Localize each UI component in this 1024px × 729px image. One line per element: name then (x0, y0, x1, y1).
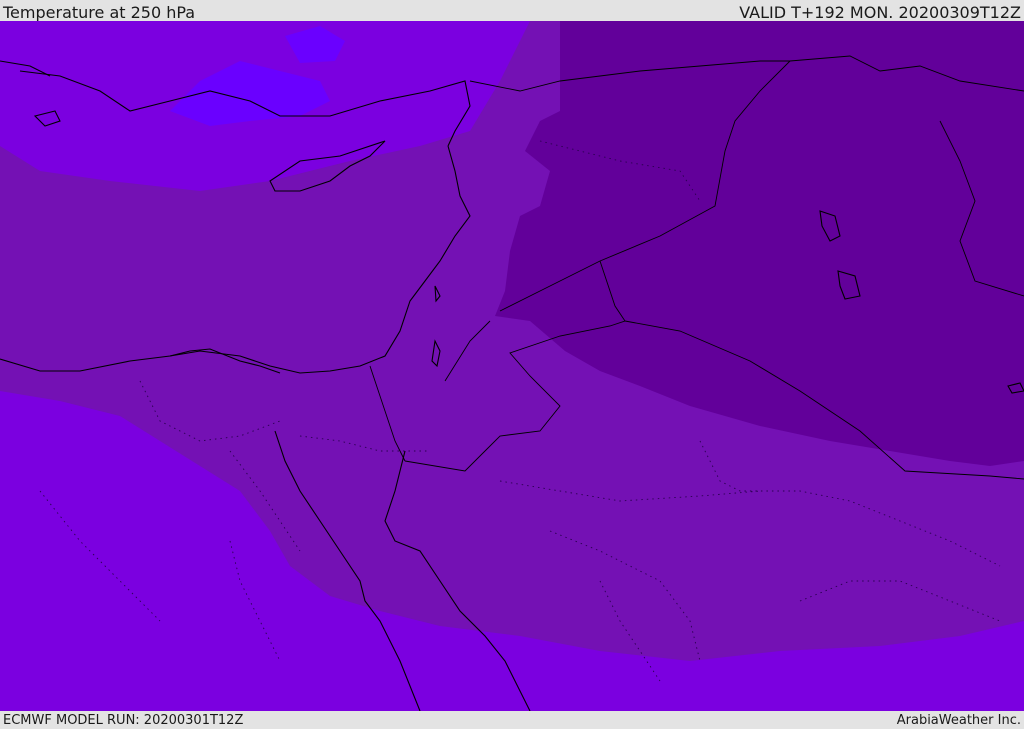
temperature-map[interactable] (0, 21, 1024, 711)
map-canvas (0, 21, 1024, 711)
header-bar: Temperature at 250 hPa VALID T+192 MON. … (0, 0, 1024, 21)
model-run-label: ECMWF MODEL RUN: 20200301T12Z (3, 713, 244, 728)
map-title: Temperature at 250 hPa (3, 3, 196, 22)
footer-bar: ECMWF MODEL RUN: 20200301T12Z ArabiaWeat… (0, 711, 1024, 729)
credit-label: ArabiaWeather Inc. (896, 713, 1021, 728)
valid-time-label: VALID T+192 MON. 20200309T12Z (739, 3, 1021, 22)
